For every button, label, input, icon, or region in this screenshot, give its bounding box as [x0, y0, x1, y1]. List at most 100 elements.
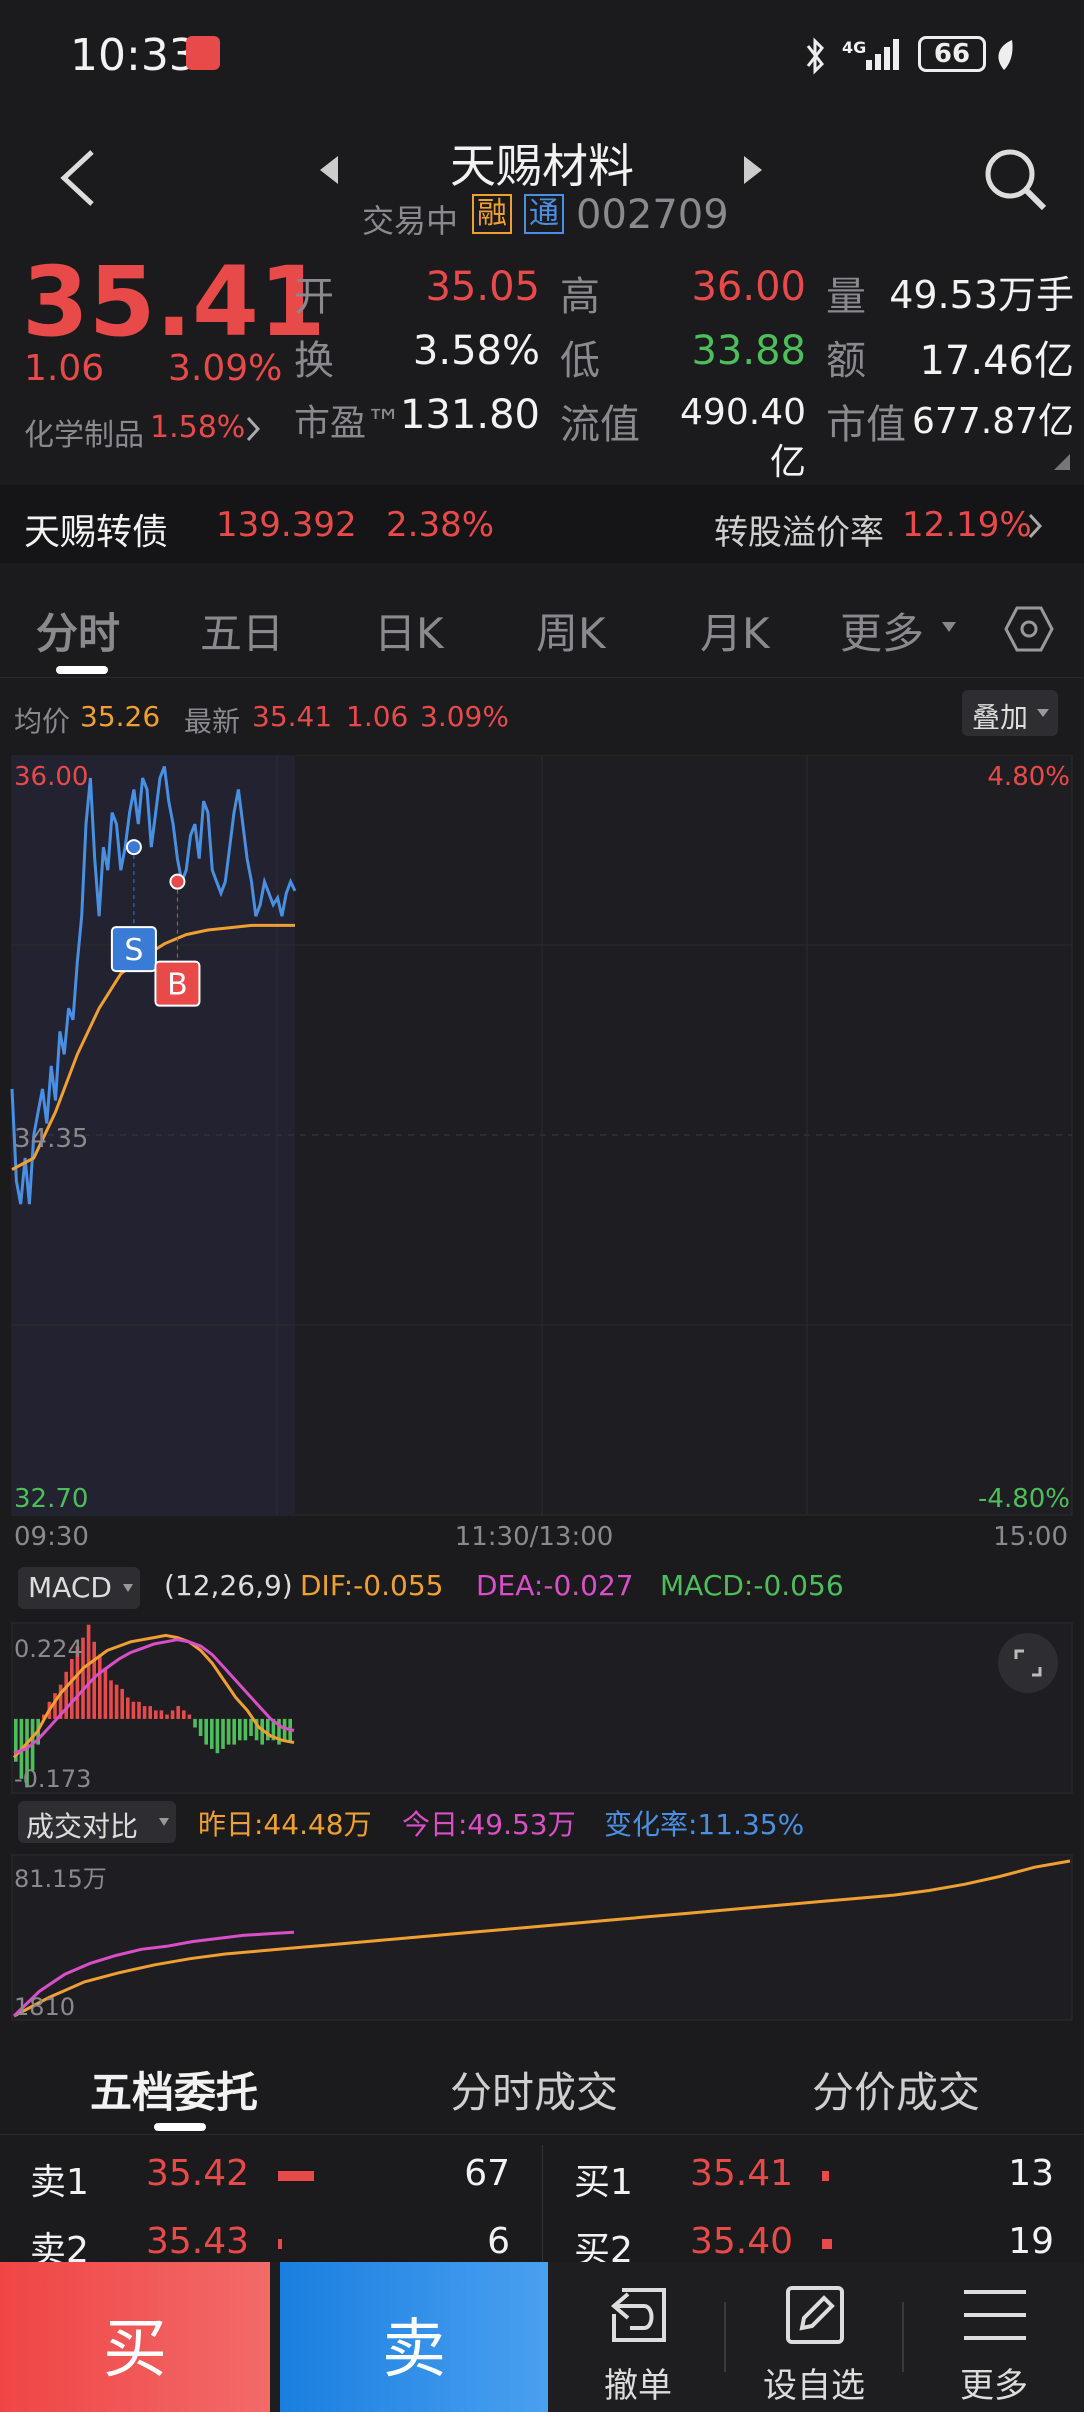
status-bar: 10:33 4G 66 — [0, 0, 1084, 110]
amount-value: 17.46亿 — [919, 338, 1074, 384]
latest-label: 最新 — [184, 705, 241, 738]
menu-icon — [964, 2290, 1026, 2340]
sell2-vol: 6 — [487, 2221, 510, 2262]
turnover-label: 换 — [294, 338, 334, 384]
float-cap-value: 490.40亿 — [680, 392, 806, 483]
tab-tick-trades[interactable]: 分时成交 — [450, 2059, 618, 2120]
macd-selector[interactable]: MACD — [18, 1567, 140, 1609]
order-divider — [542, 2145, 543, 2265]
macd-bar — [232, 1718, 236, 1745]
more-button[interactable]: 更多 — [916, 2262, 1072, 2412]
volume-compare-selector[interactable]: 成交对比 — [18, 1801, 176, 1843]
low-value: 33.88 — [691, 328, 806, 374]
macd-bar — [137, 1701, 141, 1719]
tab-monthly-k[interactable]: 月K — [700, 600, 770, 661]
chart-tabs: 分时 五日 日K 周K 月K 更多 — [0, 578, 1084, 678]
macd-bar — [266, 1718, 270, 1741]
caret-down-icon — [159, 1818, 169, 1826]
macd-bar — [249, 1718, 253, 1736]
stock-header: 天赐材料 交易中 融 通 002709 — [0, 110, 1084, 240]
list-item: 卖1 35.42 67 — [0, 2145, 540, 2205]
tab-order-book[interactable]: 五档委托 — [90, 2059, 258, 2120]
macd-value: MACD:-0.056 — [660, 1569, 844, 1602]
chart-area[interactable]: SB 36.00 34.35 32.70 4.80% -4.80% 09:30 … — [0, 754, 1084, 2025]
vol-today: 今日:49.53万 — [402, 1808, 576, 1841]
latest-pct: 3.09% — [420, 700, 509, 733]
latest-change: 1.06 — [346, 700, 409, 733]
back-icon[interactable] — [56, 148, 100, 208]
macd-bar — [114, 1684, 119, 1719]
macd-bar — [131, 1701, 136, 1719]
x-tick-mid: 11:30/13:00 — [455, 1522, 614, 1552]
macd-bar — [221, 1718, 225, 1749]
avg-price-label: 均价 — [14, 705, 71, 738]
price-change-pct: 3.09% — [168, 348, 283, 389]
caret-down-icon — [1037, 709, 1049, 717]
low-label: 低 — [560, 338, 600, 384]
buy-button[interactable]: 买 — [0, 2262, 270, 2412]
sell1-vol: 67 — [464, 2153, 510, 2194]
vol-tick-bottom: 1810 — [14, 1993, 75, 2021]
macd-bar — [204, 1718, 208, 1745]
search-icon[interactable] — [982, 146, 1048, 212]
tab-weekly-k[interactable]: 周K — [536, 600, 606, 661]
more-label: 更多 — [960, 2366, 1028, 2406]
macd-bar — [210, 1718, 214, 1749]
sell-label: 卖 — [382, 2313, 446, 2387]
sell1-price: 35.42 — [146, 2153, 250, 2194]
add-watchlist-button[interactable]: 设自选 — [736, 2262, 892, 2412]
fullscreen-button[interactable] — [998, 1633, 1058, 1693]
macd-params: (12,26,9) — [164, 1569, 293, 1602]
macd-bar — [182, 1710, 186, 1719]
tab-five-day[interactable]: 五日 — [200, 600, 284, 661]
macd-tick-bottom: -0.173 — [14, 1765, 91, 1793]
settings-hex-icon[interactable] — [1004, 604, 1054, 654]
tab-daily-k[interactable]: 日K — [374, 600, 444, 661]
stock-name: 天赐材料 — [450, 139, 634, 193]
order-book: 卖1 35.42 67 卖2 35.43 6 买1 35.41 13 买2 35… — [0, 2135, 1084, 2271]
high-label: 高 — [560, 274, 600, 320]
y-tick-top: 36.00 — [14, 762, 88, 792]
pct-tick-bottom: -4.80% — [978, 1484, 1070, 1514]
overlay-button[interactable]: 叠加 — [962, 690, 1058, 736]
amount-label: 额 — [826, 338, 866, 384]
connect-badge: 通 — [524, 194, 564, 234]
premium-label: 转股溢价率 — [714, 513, 884, 553]
pct-tick-top: 4.80% — [987, 762, 1070, 792]
sector-pct: 1.58% — [150, 410, 246, 445]
stock-code: 002709 — [576, 192, 729, 238]
x-tick-open: 09:30 — [14, 1522, 89, 1552]
macd-bar — [170, 1710, 175, 1719]
macd-bar — [226, 1718, 231, 1745]
market-cap-label: 市值 — [826, 402, 906, 448]
pe-label: 市盈™ — [294, 403, 403, 444]
market-cap-value: 677.87亿 — [912, 401, 1074, 442]
convertible-bond-row[interactable]: 天赐转债 139.392 2.38% 转股溢价率 12.19% — [0, 485, 1084, 563]
chevron-right-icon — [1028, 513, 1043, 539]
app-notification-icon — [186, 36, 220, 70]
tab-price-trades[interactable]: 分价成交 — [812, 2059, 980, 2120]
cancel-order-button[interactable]: 撤单 — [560, 2262, 716, 2412]
macd-bar — [176, 1706, 180, 1719]
tab-intraday[interactable]: 分时 — [36, 600, 120, 661]
expand-corner-icon[interactable] — [1054, 454, 1070, 470]
sell2-bar — [278, 2239, 282, 2249]
volume-label: 量 — [826, 274, 866, 320]
macd-bar — [98, 1654, 102, 1719]
sell-button[interactable]: 卖 — [280, 2262, 548, 2412]
chevron-right-icon[interactable] — [244, 414, 262, 444]
buy1-vol: 13 — [1008, 2153, 1054, 2194]
tab-more[interactable]: 更多 — [840, 600, 924, 661]
buy2-vol: 19 — [1008, 2221, 1054, 2262]
quote-panel: 35.41 1.06 3.09% 化学制品 1.58% 开 35.05 高 36… — [0, 240, 1084, 485]
prev-stock-icon[interactable] — [318, 154, 340, 186]
divider — [724, 2302, 726, 2372]
marker-label-S: S — [124, 933, 143, 968]
macd-bar — [238, 1718, 242, 1741]
sector-name[interactable]: 化学制品 — [24, 410, 144, 454]
sell1-label: 卖1 — [30, 2162, 89, 2203]
tab-indicator — [56, 666, 108, 674]
cancel-order-icon — [610, 2288, 666, 2342]
next-stock-icon[interactable] — [742, 154, 764, 186]
macd-bar — [103, 1667, 108, 1719]
